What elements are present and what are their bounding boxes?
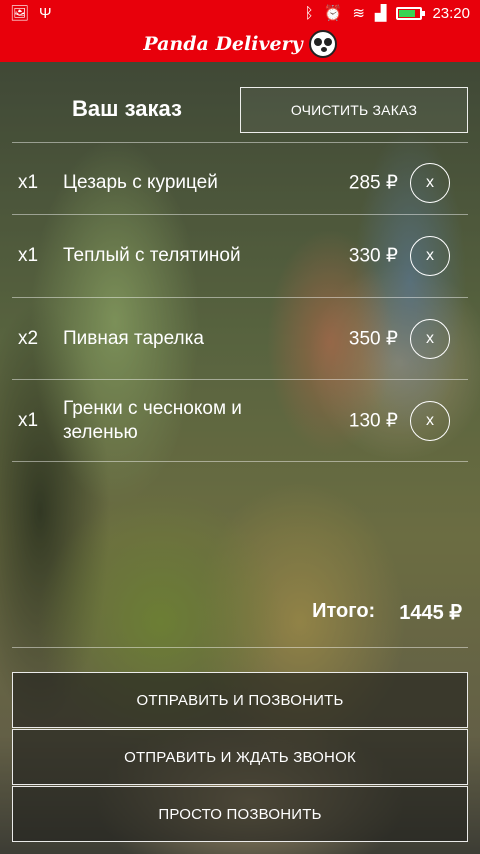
remove-item-button[interactable]: x — [410, 163, 450, 203]
item-quantity: x1 — [18, 410, 39, 431]
remove-item-button[interactable]: x — [410, 319, 450, 359]
order-total: Итого: 1445 ₽ — [312, 600, 462, 625]
send-and-call-button[interactable]: ОТПРАВИТЬ И ПОЗВОНИТЬ — [12, 672, 468, 728]
wifi-icon: ≋ — [352, 5, 365, 22]
order-item: x1 Гренки с чесноком и зеленью 130 ₽ x — [12, 380, 468, 462]
panda-logo-icon — [308, 30, 337, 58]
order-title: Ваш заказ — [72, 96, 182, 121]
remove-item-button[interactable]: x — [410, 236, 450, 276]
app-bar: Panda Delivery — [0, 26, 480, 62]
item-name: Пивная тарелка — [63, 328, 204, 349]
usb-icon: Ψ — [39, 4, 52, 22]
clock: 23:20 — [432, 4, 470, 22]
image-notification-icon: 🖼 — [10, 5, 30, 22]
item-name: Цезарь с курицей — [63, 172, 218, 193]
just-call-button[interactable]: ПРОСТО ПОЗВОНИТЬ — [12, 786, 468, 842]
order-item: x1 Теплый с телятиной 330 ₽ x — [12, 215, 468, 297]
item-quantity: x1 — [18, 172, 39, 193]
item-quantity: x1 — [18, 245, 39, 266]
alarm-icon: ⏰ — [323, 5, 343, 22]
signal-icon: ▟ — [374, 5, 387, 22]
total-label: Итого: — [312, 600, 376, 622]
order-item: x2 Пивная тарелка 350 ₽ x — [12, 298, 468, 380]
divider — [12, 461, 468, 462]
send-and-wait-call-button[interactable]: ОТПРАВИТЬ И ЖДАТЬ ЗВОНОК — [12, 729, 468, 785]
clear-order-button[interactable]: ОЧИСТИТЬ ЗАКАЗ — [240, 87, 468, 133]
divider — [12, 647, 468, 648]
battery-icon — [396, 6, 426, 20]
order-item: x1 Цезарь с курицей 285 ₽ x — [12, 142, 468, 224]
item-name: Гренки с чесноком и зеленью — [63, 398, 242, 443]
app-title: Panda Delivery — [143, 33, 303, 55]
remove-item-button[interactable]: x — [410, 401, 450, 441]
total-value: 1445 ₽ — [399, 602, 462, 624]
item-price: 130 ₽ — [348, 410, 398, 432]
item-price: 350 ₽ — [348, 328, 398, 350]
item-price: 330 ₽ — [348, 245, 398, 267]
bluetooth-icon: ᛒ — [304, 4, 314, 22]
status-bar: 🖼 Ψ ᛒ ⏰ ≋ ▟ 23:20 — [0, 0, 480, 26]
item-name: Теплый с телятиной — [63, 245, 241, 266]
item-price: 285 ₽ — [348, 172, 398, 194]
order-screen: Ваш заказ ОЧИСТИТЬ ЗАКАЗ x1 Цезарь с кур… — [0, 62, 480, 854]
item-quantity: x2 — [18, 328, 39, 349]
